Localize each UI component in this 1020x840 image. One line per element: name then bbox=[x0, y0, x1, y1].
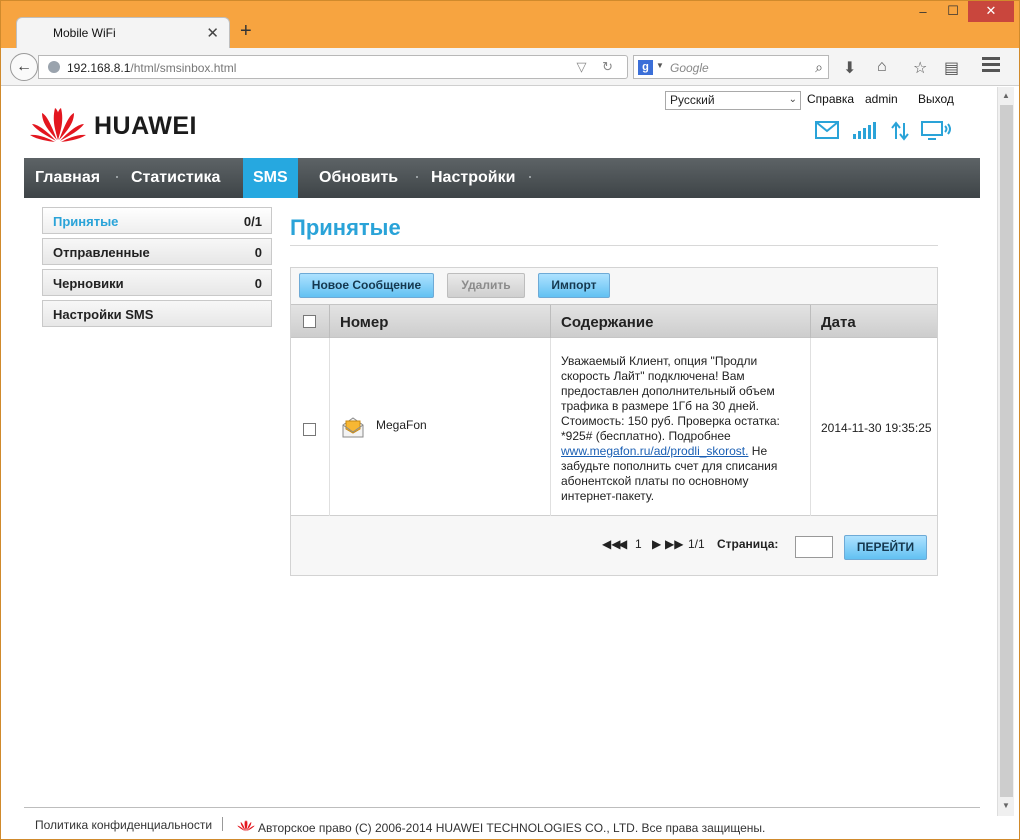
footer-separator bbox=[222, 817, 223, 831]
logout-link[interactable]: Выход bbox=[918, 92, 954, 106]
huawei-small-logo-icon bbox=[237, 820, 255, 832]
help-link[interactable]: Справка bbox=[807, 92, 854, 106]
search-bar[interactable]: g ▼ Google ⌕ bbox=[633, 55, 829, 79]
sidebar-item-label: Отправленные bbox=[53, 245, 150, 260]
select-all-checkbox[interactable] bbox=[303, 315, 316, 328]
search-icon[interactable]: ⌕ bbox=[815, 59, 823, 76]
sms-date: 2014-11-30 19:35:25 bbox=[821, 421, 932, 435]
window-controls: – ☐ ✕ bbox=[908, 0, 1014, 22]
minimize-button[interactable]: – bbox=[908, 0, 938, 22]
page-viewport: Русский ⌄ Справка admin Выход HUAWEI Гла… bbox=[0, 87, 1020, 840]
sidebar-item-inbox[interactable]: Принятые 0/1 bbox=[42, 207, 272, 234]
back-arrow-icon: ← bbox=[16, 58, 32, 75]
page-label: Страница: bbox=[717, 537, 779, 551]
menu-icon[interactable] bbox=[982, 57, 1000, 73]
sidebar-item-label: Настройки SMS bbox=[53, 307, 154, 322]
page-title: Принятые bbox=[290, 215, 401, 240]
reload-icon[interactable]: ▽ ↻ bbox=[576, 59, 619, 75]
sidebar-item-count: 0 bbox=[254, 276, 262, 291]
envelope-icon bbox=[342, 417, 364, 438]
language-value: Русский bbox=[670, 93, 715, 107]
column-header-date[interactable]: Дата bbox=[821, 314, 856, 331]
column-header-number[interactable]: Номер bbox=[340, 314, 388, 331]
globe-icon bbox=[48, 61, 60, 73]
sidebar-item-label: Черновики bbox=[53, 276, 124, 291]
home-icon[interactable]: ⌂ bbox=[877, 58, 887, 76]
scrollbar-thumb[interactable] bbox=[1000, 105, 1013, 797]
import-button[interactable]: Импорт bbox=[538, 273, 610, 298]
tab-close-icon[interactable]: ✕ bbox=[206, 24, 219, 42]
new-message-button[interactable]: Новое Сообщение bbox=[299, 273, 434, 298]
chevron-down-icon: ⌄ bbox=[788, 94, 797, 105]
download-icon[interactable]: ⬇ bbox=[843, 58, 856, 78]
mail-icon[interactable] bbox=[815, 121, 839, 139]
nav-settings[interactable]: Настройки bbox=[431, 158, 515, 198]
google-icon[interactable]: g bbox=[638, 60, 653, 75]
delete-button[interactable]: Удалить bbox=[447, 273, 525, 298]
signal-icon bbox=[853, 122, 876, 139]
next-page-icon[interactable]: ▶ bbox=[652, 537, 661, 551]
column-header-content[interactable]: Содержание bbox=[561, 314, 653, 331]
back-button[interactable]: ← bbox=[10, 53, 38, 81]
vertical-scrollbar[interactable]: ▲ ▼ bbox=[997, 87, 1014, 816]
privacy-link[interactable]: Политика конфиденциальности bbox=[35, 818, 212, 832]
data-transfer-icon bbox=[891, 121, 909, 141]
bookmark-star-icon[interactable]: ☆ bbox=[913, 58, 927, 78]
url-text: 192.168.8.1/html/smsinbox.html bbox=[67, 61, 237, 75]
footer-divider bbox=[24, 807, 980, 808]
close-window-button[interactable]: ✕ bbox=[968, 0, 1014, 22]
table-header: Номер Содержание Дата bbox=[291, 304, 937, 339]
sidebar-item-count: 0/1 bbox=[243, 214, 262, 229]
table-row[interactable]: MegaFon Уважаемый Клиент, опция "Продли … bbox=[291, 338, 937, 516]
row-checkbox[interactable] bbox=[303, 423, 316, 436]
nav-statistics[interactable]: Статистика bbox=[131, 158, 220, 198]
sms-sender: MegaFon bbox=[376, 418, 427, 432]
sidebar-item-label: Принятые bbox=[53, 214, 119, 229]
sidebar-item-count: 0 bbox=[254, 245, 262, 260]
sms-link[interactable]: www.megafon.ru/ad/prodli_skorost. bbox=[561, 444, 748, 458]
search-placeholder: Google bbox=[670, 61, 709, 75]
scroll-down-icon[interactable]: ▼ bbox=[1002, 801, 1010, 810]
brand-name: HUAWEI bbox=[94, 112, 197, 140]
sidebar-item-sms-settings[interactable]: Настройки SMS bbox=[42, 300, 272, 327]
title-divider bbox=[290, 245, 938, 246]
nav-sms[interactable]: SMS bbox=[243, 158, 298, 198]
address-bar[interactable]: 192.168.8.1/html/smsinbox.html ▽ ↻ bbox=[38, 55, 628, 79]
go-button[interactable]: ПЕРЕЙТИ bbox=[844, 535, 927, 560]
page-number[interactable]: 1 bbox=[635, 537, 642, 551]
pc-connected-icon bbox=[921, 121, 951, 140]
copyright-text: Авторское право (C) 2006-2014 HUAWEI TEC… bbox=[258, 821, 766, 835]
main-navigation: Главная Статистика SMS Обновить Настройк… bbox=[24, 158, 980, 198]
user-name: admin bbox=[865, 92, 898, 106]
nav-home[interactable]: Главная bbox=[35, 158, 100, 198]
sidebar-item-drafts[interactable]: Черновики 0 bbox=[42, 269, 272, 296]
last-page-icon[interactable]: ▶▶ bbox=[665, 537, 683, 551]
new-tab-button[interactable]: + bbox=[240, 20, 252, 43]
huawei-logo-icon bbox=[30, 108, 86, 142]
engine-dropdown-icon[interactable]: ▼ bbox=[656, 61, 664, 70]
sms-content: Уважаемый Клиент, опция "Продли скорость… bbox=[561, 354, 780, 503]
page-count: 1/1 bbox=[688, 537, 705, 551]
bookmarks-list-icon[interactable]: ▤ bbox=[944, 58, 959, 78]
scroll-up-icon[interactable]: ▲ bbox=[1002, 91, 1010, 100]
prev-page-icon[interactable]: ◀ bbox=[618, 537, 627, 551]
nav-update[interactable]: Обновить bbox=[319, 158, 398, 198]
browser-tab[interactable]: Mobile WiFi ✕ bbox=[16, 17, 230, 48]
browser-toolbar: ← 192.168.8.1/html/smsinbox.html ▽ ↻ g ▼… bbox=[0, 48, 1020, 86]
window-title-bar: – ☐ ✕ Mobile WiFi ✕ + bbox=[0, 0, 1020, 48]
sidebar-item-sent[interactable]: Отправленные 0 bbox=[42, 238, 272, 265]
maximize-button[interactable]: ☐ bbox=[938, 0, 968, 22]
tab-title: Mobile WiFi bbox=[53, 26, 116, 40]
page-input[interactable] bbox=[795, 536, 833, 558]
language-select[interactable]: Русский ⌄ bbox=[665, 91, 801, 110]
